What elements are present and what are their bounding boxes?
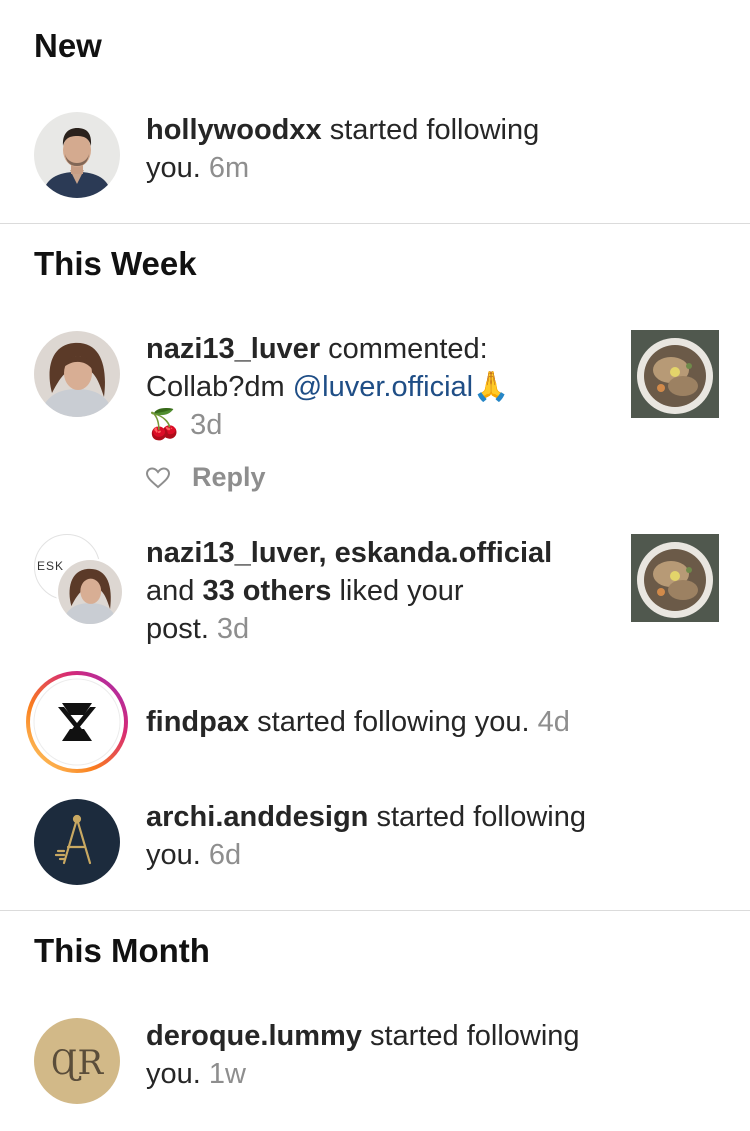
avatar-nazi13-luver[interactable]: [34, 331, 120, 417]
reply-button[interactable]: Reply: [192, 462, 266, 493]
notification-text-hollywoodxx: hollywoodxx started following you. 6m: [146, 114, 540, 184]
post-thumbnail[interactable]: [631, 534, 719, 622]
usernames-liked[interactable]: nazi13_luver, eskanda.official: [146, 537, 552, 569]
timestamp: 4d: [529, 706, 570, 738]
avatar-deroque-lummy[interactable]: ɊR: [34, 1018, 120, 1104]
heart-icon[interactable]: [146, 466, 170, 489]
section-divider: [0, 910, 750, 911]
svg-text:ɊR: ɊR: [51, 1043, 105, 1083]
timestamp: 3d: [182, 409, 223, 441]
stacked-avatars[interactable]: ESK: [34, 534, 124, 626]
notification-text-likes: nazi13_luver, eskanda.official and 33 ot…: [146, 537, 553, 645]
username-archi-anddesign[interactable]: archi.anddesign: [146, 801, 368, 833]
notification-text-comment: nazi13_luver commented: Collab?dm @luver…: [146, 333, 510, 441]
avatar-hollywoodxx[interactable]: [34, 112, 120, 198]
monogram-logo-icon: ɊR: [51, 1043, 105, 1083]
section-title-new: New: [34, 27, 102, 64]
section-title-this-month: This Month: [34, 932, 210, 969]
reply-row: Reply: [146, 462, 266, 493]
mention-link[interactable]: @luver.official: [293, 371, 473, 403]
post-thumbnail[interactable]: [631, 330, 719, 418]
story-ring: [26, 671, 128, 773]
notification-text-archi: archi.anddesign started following you. 6…: [146, 801, 587, 871]
username-deroque-lummy[interactable]: deroque.lummy: [146, 1020, 362, 1052]
section-divider: [0, 223, 750, 224]
avatar-findpax[interactable]: [24, 669, 130, 775]
compass-logo-icon: [54, 814, 92, 865]
username-findpax[interactable]: findpax: [146, 706, 249, 738]
others-count[interactable]: 33 others: [202, 575, 331, 607]
avatar-nazi13-luver-small: [56, 558, 124, 626]
section-title-this-week: This Week: [34, 245, 197, 282]
timestamp: 1w: [200, 1058, 246, 1090]
timestamp: 6d: [200, 839, 242, 871]
notification-text-findpax: findpax started following you. 4d: [146, 706, 570, 738]
timestamp: 3d: [208, 613, 250, 645]
avatar-archi-anddesign[interactable]: [34, 799, 120, 885]
username-hollywoodxx[interactable]: hollywoodxx: [146, 114, 322, 146]
timestamp: 6m: [200, 152, 250, 184]
username-nazi13-luver[interactable]: nazi13_luver: [146, 333, 320, 365]
praying-hands-emoji: 🙏: [473, 371, 510, 403]
notification-text-deroque: deroque.lummy started following you. 1w: [146, 1020, 580, 1090]
cherry-emoji: 🍒: [146, 409, 183, 441]
